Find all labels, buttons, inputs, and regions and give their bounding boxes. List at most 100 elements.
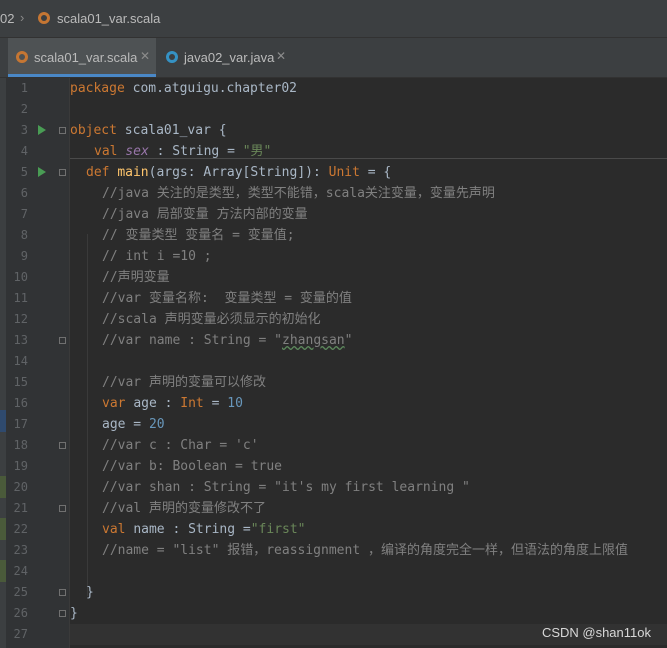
code-token: scala01_var { [124, 123, 227, 138]
code-token: def [86, 165, 118, 180]
code-line[interactable]: age = 20 [70, 414, 165, 435]
scala-file-icon [16, 51, 28, 63]
line-number: 1 [20, 81, 28, 95]
code-line[interactable]: //var 变量名称: 变量类型 = 变量的值 [70, 288, 352, 309]
code-line[interactable]: val sex : String = "男" [70, 141, 271, 162]
line-number: 24 [13, 564, 28, 578]
close-icon[interactable]: ✕ [140, 49, 150, 63]
code-token: //name = "list" 报错，reassignment ，编译的角度完全… [102, 543, 628, 558]
code-line[interactable]: } [70, 582, 94, 603]
line-number: 18 [13, 438, 28, 452]
code-token: } [70, 606, 78, 621]
code-line[interactable]: //var c : Char = 'c' [70, 435, 259, 456]
watermark: CSDN @shan11ok [541, 625, 651, 640]
code-token: "first" [250, 522, 306, 537]
fold-icon[interactable] [59, 610, 66, 617]
code-token: (args: Array[String]): [148, 165, 329, 180]
fold-icon[interactable] [59, 337, 66, 344]
tab-java02-var[interactable]: java02_var.java ✕ [158, 38, 288, 77]
code-token: age : [133, 396, 181, 411]
code-token: //var shan : String = "it's my first lea… [102, 480, 470, 495]
line-number: 21 [13, 501, 28, 515]
line-number: 17 [13, 417, 28, 431]
tab-label: scala01_var.scala [34, 50, 138, 65]
chevron-right-icon: › [20, 10, 25, 25]
code-editor[interactable]: 1 package com.atguigu.chapter02 2 3 object s… [0, 78, 667, 648]
code-line[interactable]: // 变量类型 变量名 = 变量值; [70, 225, 295, 246]
run-icon[interactable] [38, 167, 46, 177]
line-number: 2 [20, 102, 28, 116]
code-line[interactable]: object scala01_var { [70, 120, 227, 141]
code-token: //java 关注的是类型，类型不能错，scala关注变量，变量先声明 [102, 186, 495, 201]
code-token: // int i =10 ; [102, 249, 212, 264]
code-token: Unit [328, 165, 360, 180]
fold-icon[interactable] [59, 127, 66, 134]
code-token: val [94, 144, 126, 159]
code-token: object [70, 123, 125, 138]
fold-icon[interactable] [59, 169, 66, 176]
code-token: val [102, 522, 134, 537]
line-number: 10 [13, 270, 28, 284]
code-line[interactable]: //var b: Boolean = true [70, 456, 282, 477]
line-number: 25 [13, 585, 28, 599]
code-line[interactable]: //声明变量 [70, 267, 170, 288]
code-token: //声明变量 [102, 270, 170, 285]
line-number: 15 [13, 375, 28, 389]
tab-scala01-var[interactable]: scala01_var.scala ✕ [8, 38, 156, 77]
code-token: 10 [227, 396, 243, 411]
fold-icon[interactable] [59, 442, 66, 449]
code-line[interactable]: package com.atguigu.chapter02 [70, 78, 297, 99]
code-line[interactable]: //var name : String = "zhangsan" [70, 330, 352, 351]
code-token: package [70, 81, 133, 96]
code-line[interactable]: } [70, 603, 78, 624]
code-token: //var b: Boolean = true [102, 459, 283, 474]
fold-icon[interactable] [59, 505, 66, 512]
code-line[interactable]: //var shan : String = "it's my first lea… [70, 477, 470, 498]
line-number: 11 [13, 291, 28, 305]
editor-tab-bar: scala01_var.scala ✕ java02_var.java ✕ [0, 38, 667, 78]
line-number: 9 [20, 249, 28, 263]
line-number: 26 [13, 606, 28, 620]
code-token: com.atguigu.chapter02 [132, 81, 297, 96]
breadcrumb-file[interactable]: scala01_var.scala [57, 11, 160, 26]
code-line[interactable]: // int i =10 ; [70, 246, 212, 267]
code-token: //scala 声明变量必须显示的初始化 [102, 312, 321, 327]
code-line[interactable]: //name = "list" 报错，reassignment ，编译的角度完全… [70, 540, 628, 561]
line-number: 5 [20, 165, 28, 179]
code-line[interactable]: //val 声明的变量修改不了 [70, 498, 266, 519]
line-number: 12 [13, 312, 28, 326]
code-token: sex [125, 144, 149, 159]
line-number: 16 [13, 396, 28, 410]
code-line[interactable]: //java 局部变量 方法内部的变量 [70, 204, 308, 225]
code-token: //var c : Char = 'c' [102, 438, 259, 453]
close-icon[interactable]: ✕ [276, 49, 286, 63]
line-number: 6 [20, 186, 28, 200]
run-icon[interactable] [38, 125, 46, 135]
java-class-icon [166, 51, 178, 63]
code-line[interactable]: var age : Int = 10 [70, 393, 243, 414]
code-token: : String = [148, 144, 243, 159]
code-line[interactable]: //var 声明的变量可以修改 [70, 372, 266, 393]
code-token: //var 声明的变量可以修改 [102, 375, 266, 390]
code-token: //java 局部变量 方法内部的变量 [102, 207, 308, 222]
fold-icon[interactable] [59, 589, 66, 596]
code-token: //var name : String = " [102, 333, 283, 348]
breadcrumb-prev[interactable]: 02 [0, 11, 14, 26]
line-number: 19 [13, 459, 28, 473]
line-number: 14 [13, 354, 28, 368]
code-token: // 变量类型 变量名 = 变量值; [102, 228, 295, 243]
code-line[interactable]: def main(args: Array[String]): Unit = { [70, 162, 391, 183]
code-line[interactable]: //scala 声明变量必须显示的初始化 [70, 309, 321, 330]
tab-label: java02_var.java [184, 50, 275, 65]
code-token: //val 声明的变量修改不了 [102, 501, 266, 516]
scala-file-icon [38, 12, 50, 24]
line-number: 27 [13, 627, 28, 641]
code-token: = { [359, 165, 392, 180]
code-line[interactable]: val name : String ="first" [70, 519, 306, 540]
code-token: " [344, 333, 353, 348]
code-token: } [86, 585, 94, 600]
code-line[interactable]: //java 关注的是类型，类型不能错，scala关注变量，变量先声明 [70, 183, 495, 204]
code-token: //var 变量名称: 变量类型 = 变量的值 [102, 291, 352, 306]
code-token: "男" [242, 144, 272, 159]
code-token: 20 [148, 417, 165, 432]
